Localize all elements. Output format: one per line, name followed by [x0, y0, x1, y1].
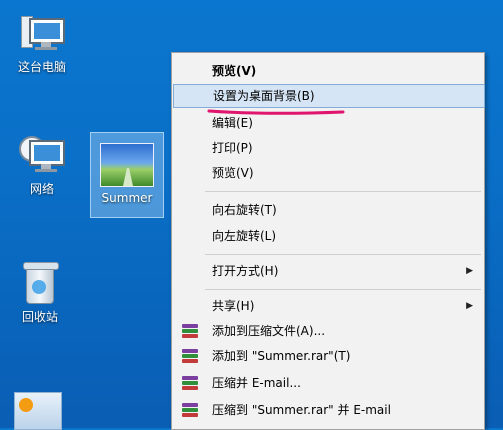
- menu-item-open-with[interactable]: 打开方式(H) ▶: [173, 259, 483, 283]
- menu-item-add-to-summer-rar[interactable]: 添加到 "Summer.rar"(T): [173, 344, 483, 368]
- menu-item-edit[interactable]: 编辑(E): [173, 111, 483, 135]
- control-panel-icon[interactable]: [14, 392, 62, 430]
- winrar-icon: [182, 376, 198, 390]
- this-pc-icon: [19, 14, 65, 54]
- desktop-icon-label: 这台电脑: [17, 60, 66, 74]
- image-file-icon: [100, 143, 154, 187]
- submenu-arrow-icon: ▶: [466, 301, 473, 311]
- desktop-icon-label: 网络: [29, 182, 54, 196]
- recycle-bin-icon: [23, 262, 59, 304]
- winrar-icon: [182, 403, 198, 417]
- context-menu: 预览(V) 设置为桌面背景(B) 编辑(E) 打印(P) 预览(V) 向右旋转(…: [171, 52, 485, 430]
- desktop-icon-this-pc[interactable]: 这台电脑: [8, 14, 76, 75]
- menu-item-print[interactable]: 打印(P): [173, 136, 483, 160]
- menu-separator: [205, 254, 481, 255]
- network-icon: [19, 136, 65, 176]
- menu-item-preview[interactable]: 预览(V): [173, 161, 483, 185]
- menu-item-add-to-archive[interactable]: 添加到压缩文件(A)...: [173, 319, 483, 343]
- winrar-icon: [182, 349, 198, 363]
- winrar-icon: [182, 324, 198, 338]
- menu-item-compress-to-summer-rar-and-email[interactable]: 压缩到 "Summer.rar" 并 E-mail: [173, 398, 483, 422]
- desktop-icon-label: 回收站: [21, 310, 58, 324]
- desktop-icon-network[interactable]: 网络: [8, 136, 76, 197]
- desktop-icon-recycle-bin[interactable]: 回收站: [6, 262, 74, 325]
- menu-item-preview-default[interactable]: 预览(V): [173, 59, 483, 83]
- menu-item-set-desktop-background[interactable]: 设置为桌面背景(B): [173, 84, 485, 108]
- menu-separator: [205, 289, 481, 290]
- menu-item-share[interactable]: 共享(H) ▶: [173, 294, 483, 318]
- desktop-icon-label: Summer: [101, 191, 153, 205]
- menu-item-rotate-left[interactable]: 向左旋转(L): [173, 224, 483, 248]
- menu-separator: [205, 191, 481, 192]
- menu-item-rotate-right[interactable]: 向右旋转(T): [173, 198, 483, 222]
- submenu-arrow-icon: ▶: [466, 266, 473, 276]
- desktop-icon-summer[interactable]: Summer: [90, 132, 164, 218]
- menu-item-compress-and-email[interactable]: 压缩并 E-mail...: [173, 371, 483, 395]
